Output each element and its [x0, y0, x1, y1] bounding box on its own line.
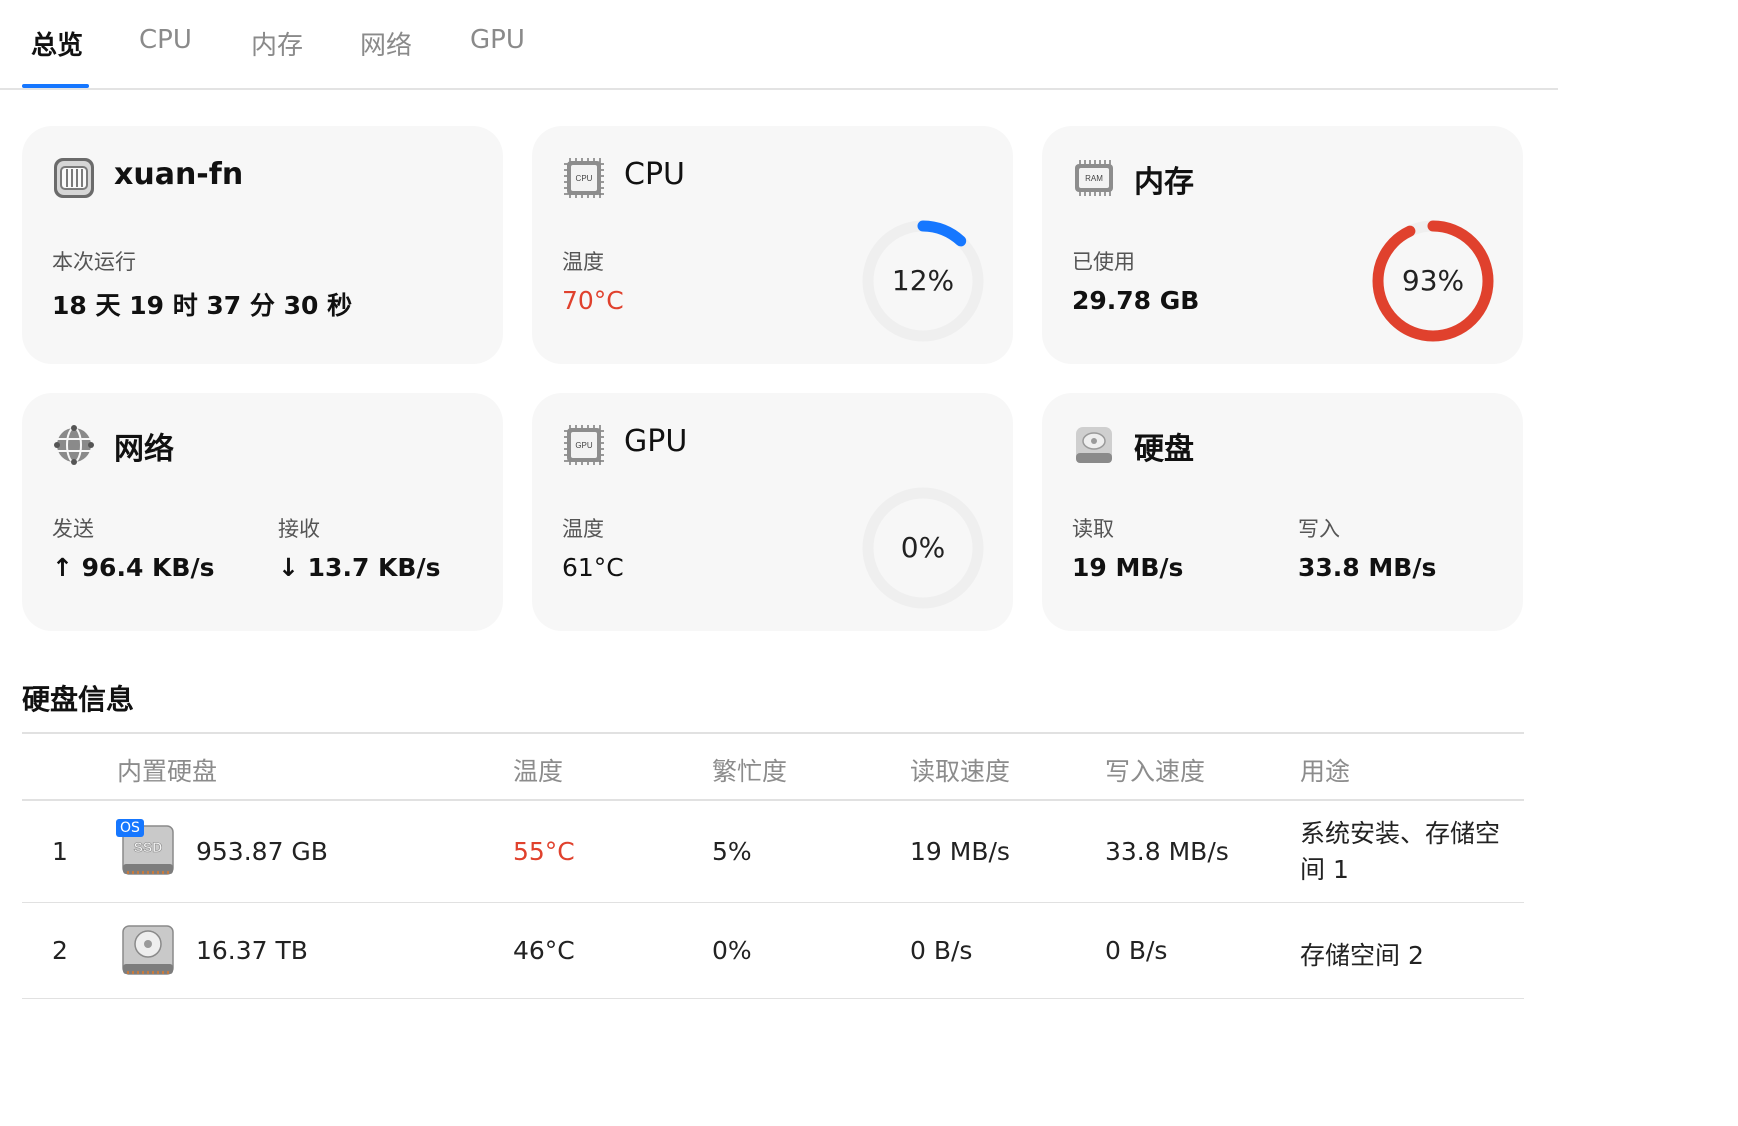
- disk-capacity: 953.87 GB: [196, 837, 328, 866]
- network-recv-label: 接收: [278, 517, 320, 541]
- tab-cpu[interactable]: CPU: [139, 25, 192, 55]
- cpu-card[interactable]: CPU CPU 温度 70°C 12%: [532, 126, 1013, 364]
- cpu-usage-text: 12%: [891, 264, 955, 297]
- disk-write-value: 33.8 MB/s: [1298, 553, 1437, 582]
- gpu-card-title: GPU: [624, 424, 688, 459]
- gpu-card[interactable]: GPU GPU 温度 61°C 0%: [532, 393, 1013, 631]
- cpu-temp-label: 温度: [562, 250, 604, 274]
- column-header-usage: 用途: [1300, 757, 1351, 786]
- network-globe-icon: [54, 425, 94, 465]
- disk-busy: 0%: [712, 936, 752, 965]
- network-card-title: 网络: [114, 432, 174, 467]
- disk-read-speed: 19 MB/s: [910, 837, 1010, 866]
- active-tab-indicator: [22, 84, 89, 88]
- uptime-label: 本次运行: [52, 250, 136, 274]
- column-header-drive: 内置硬盘: [117, 757, 218, 786]
- disk-card[interactable]: 硬盘 读取 19 MB/s 写入 33.8 MB/s: [1042, 393, 1523, 631]
- svg-text:GPU: GPU: [575, 441, 593, 450]
- table-top-divider: [22, 732, 1524, 734]
- tab-memory[interactable]: 内存: [251, 25, 303, 62]
- row-index: 1: [52, 837, 68, 866]
- memory-card[interactable]: RAM 内存 已使用 29.78 GB 93%: [1042, 126, 1523, 364]
- disk-card-title: 硬盘: [1134, 432, 1194, 467]
- disk-info-title: 硬盘信息: [22, 683, 135, 716]
- gpu-usage-text: 0%: [900, 531, 946, 564]
- svg-text:RAM: RAM: [1085, 174, 1103, 183]
- disk-write-speed: 33.8 MB/s: [1105, 837, 1229, 866]
- disk-write-speed: 0 B/s: [1105, 936, 1168, 965]
- device-card: xuan-fn 本次运行 18 天 19 时 37 分 30 秒: [22, 126, 503, 364]
- uptime-value: 18 天 19 时 37 分 30 秒: [52, 291, 353, 320]
- hard-disk-icon: [1076, 427, 1112, 463]
- disk-usage: 系统安装、存储空间 1: [1300, 819, 1501, 884]
- network-send-label: 发送: [52, 517, 94, 541]
- disk-read-value: 19 MB/s: [1072, 553, 1184, 582]
- network-card[interactable]: 网络 发送 ↑ 96.4 KB/s 接收 ↓ 13.7 KB/s: [22, 393, 503, 631]
- memory-used-label: 已使用: [1072, 250, 1135, 274]
- hdd-icon: [122, 925, 174, 975]
- memory-used-value: 29.78 GB: [1072, 286, 1200, 315]
- column-header-read-speed: 读取速度: [910, 757, 1011, 786]
- os-badge: OS: [116, 819, 144, 837]
- disk-temperature: 55°C: [513, 837, 575, 866]
- device-name: xuan-fn: [114, 157, 244, 192]
- disk-capacity: 16.37 TB: [196, 936, 308, 965]
- nas-device-icon: [54, 158, 94, 198]
- column-header-busy: 繁忙度: [712, 757, 788, 786]
- row-index: 2: [52, 936, 68, 965]
- disk-write-label: 写入: [1298, 517, 1340, 541]
- tab-overview[interactable]: 总览: [31, 25, 83, 62]
- svg-text:SSD: SSD: [134, 839, 163, 855]
- cpu-card-title: CPU: [624, 157, 685, 192]
- tab-gpu[interactable]: GPU: [470, 25, 525, 55]
- network-recv-value: ↓ 13.7 KB/s: [278, 553, 441, 582]
- network-send-value: ↑ 96.4 KB/s: [52, 553, 215, 582]
- disk-read-label: 读取: [1072, 517, 1114, 541]
- gpu-chip-icon: GPU: [564, 425, 604, 465]
- table-header-divider: [22, 799, 1524, 801]
- gpu-temp-value: 61°C: [562, 553, 624, 582]
- tab-bar: 总览 CPU 内存 网络 GPU: [0, 0, 1558, 90]
- cpu-chip-icon: CPU: [564, 158, 604, 198]
- svg-text:CPU: CPU: [576, 174, 593, 183]
- disk-read-speed: 0 B/s: [910, 936, 973, 965]
- gpu-temp-label: 温度: [562, 517, 604, 541]
- row-divider: [22, 998, 1524, 999]
- memory-card-title: 内存: [1134, 165, 1194, 200]
- column-header-temperature: 温度: [513, 757, 564, 786]
- tab-network[interactable]: 网络: [360, 25, 412, 62]
- row-divider: [22, 902, 1524, 903]
- ram-chip-icon: RAM: [1075, 160, 1113, 196]
- cpu-temp-value: 70°C: [562, 286, 624, 315]
- disk-temperature: 46°C: [513, 936, 575, 965]
- column-header-write-speed: 写入速度: [1105, 757, 1206, 786]
- memory-usage-text: 93%: [1401, 264, 1465, 297]
- disk-usage: 存储空间 2: [1300, 941, 1424, 970]
- disk-busy: 5%: [712, 837, 752, 866]
